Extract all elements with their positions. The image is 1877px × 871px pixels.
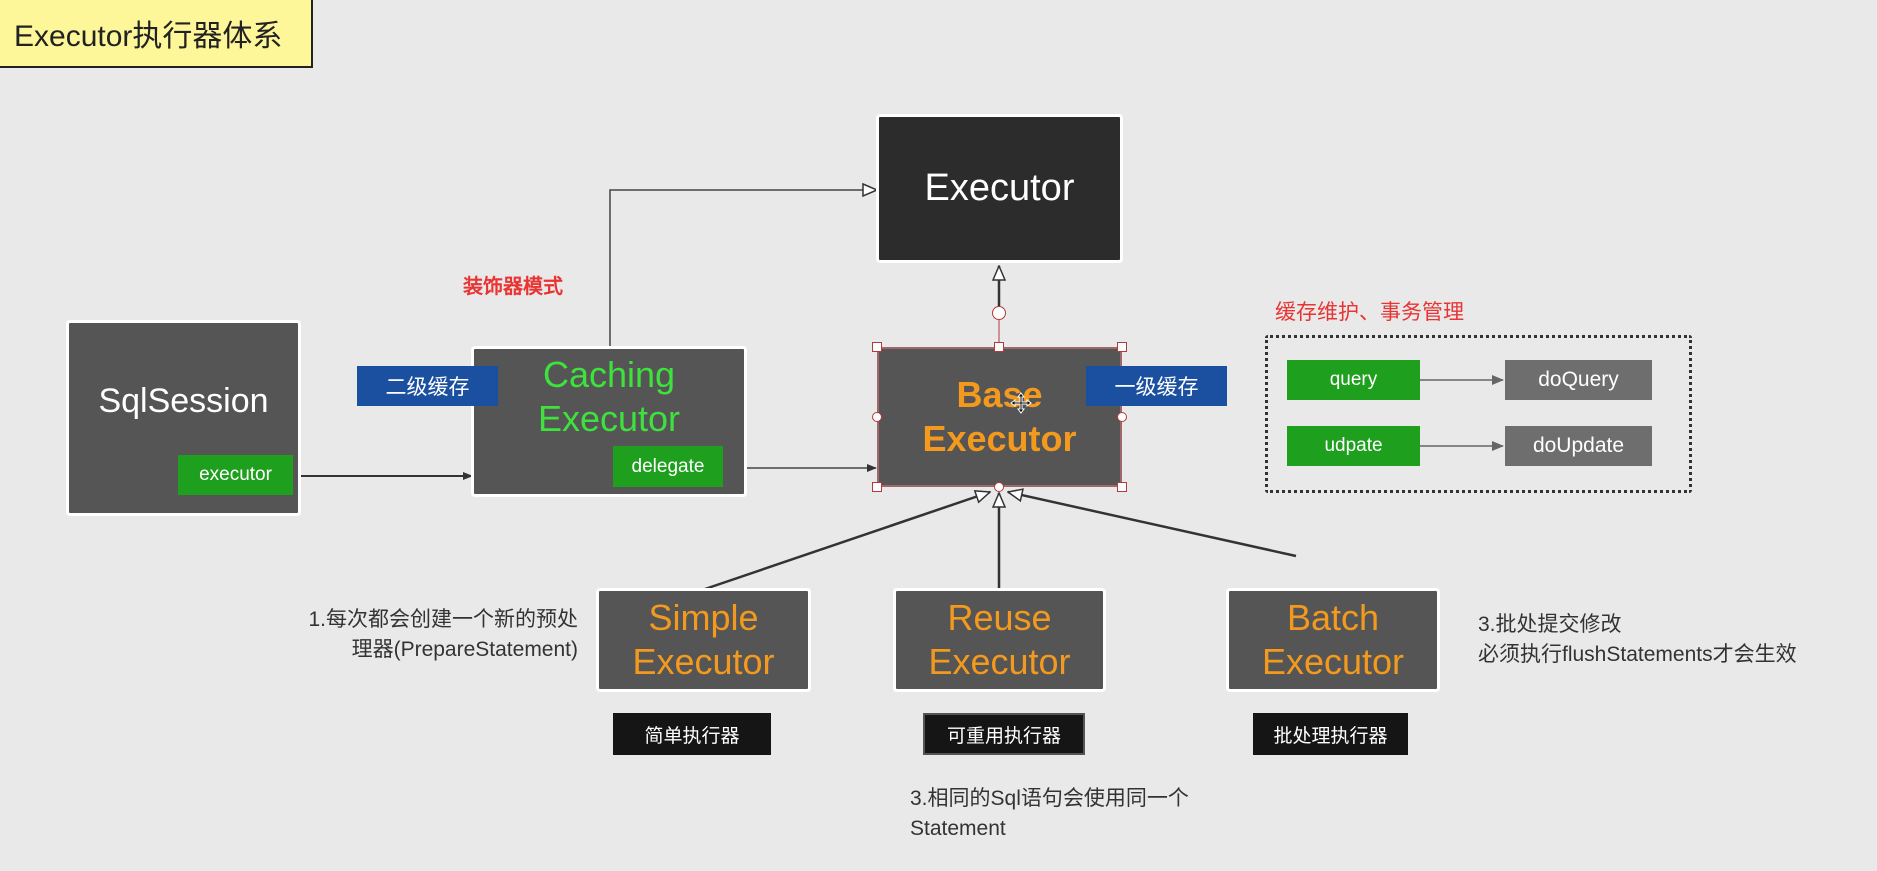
batch-executor-note-line1: 3.批处提交修改 <box>1478 613 1622 636</box>
resize-handle-top[interactable] <box>994 342 1004 352</box>
decorator-pattern-label: 装饰器模式 <box>463 276 563 298</box>
simple-executor-caption: 简单执行器 <box>613 713 771 755</box>
base-executor-label-line2: Executor <box>922 418 1077 459</box>
udpate-method[interactable]: udpate <box>1287 426 1420 466</box>
resize-handle-right[interactable] <box>1117 412 1127 422</box>
reuse-executor-label-line1: Reuse <box>947 597 1052 638</box>
simple-executor-label-line2: Executor <box>632 641 775 682</box>
second-level-cache-tag: 二级缓存 <box>357 366 498 406</box>
rotate-handle[interactable] <box>992 306 1006 320</box>
resize-handle-top-right[interactable] <box>1117 342 1127 352</box>
executor-node-label: Executor <box>924 167 1075 209</box>
batch-executor-label-line2: Executor <box>1261 641 1405 682</box>
reuse-executor-caption: 可重用执行器 <box>923 713 1085 755</box>
simple-executor-label-line1: Simple <box>648 597 759 638</box>
batch-executor-node[interactable]: Batch Executor <box>1226 588 1440 692</box>
batch-executor-note-line2: 必须执行flushStatements才会生效 <box>1478 643 1797 666</box>
resize-handle-bottom-left[interactable] <box>872 482 882 492</box>
caching-to-executor-edge <box>609 190 877 347</box>
caching-executor-label-line2: Executor <box>537 398 681 439</box>
resize-handle-bottom[interactable] <box>994 482 1004 492</box>
batch-executor-note: 3.批处提交修改 必须执行flushStatements才会生效 <box>1478 610 1858 670</box>
reuse-executor-node[interactable]: Reuse Executor <box>893 588 1106 692</box>
simple-executor-note-line1: 1.每次都会创建一个新的预处 <box>308 608 578 631</box>
query-method[interactable]: query <box>1287 360 1420 400</box>
simple-executor-note: 1.每次都会创建一个新的预处 理器(PrepareStatement) <box>270 605 578 665</box>
resize-handle-bottom-right[interactable] <box>1117 482 1127 492</box>
doupdate-method[interactable]: doUpdate <box>1505 426 1652 466</box>
simple-executor-note-line2: 理器(PrepareStatement) <box>351 638 578 661</box>
page-title-text: Executor执行器体系 <box>14 20 283 53</box>
batch-executor-label-line1: Batch <box>1286 597 1380 638</box>
first-level-cache-tag: 一级缓存 <box>1086 366 1227 406</box>
doquery-method[interactable]: doQuery <box>1505 360 1652 400</box>
move-cursor-icon <box>1010 392 1032 414</box>
executor-node[interactable]: Executor <box>876 114 1123 263</box>
batch-executor-caption: 批处理执行器 <box>1253 713 1408 755</box>
cache-maintenance-label: 缓存维护、事务管理 <box>1275 301 1464 324</box>
caching-executor-label-line1: Caching <box>542 354 676 395</box>
sqlsession-executor-field[interactable]: executor <box>178 455 293 495</box>
cache-maintenance-group <box>1265 335 1692 493</box>
resize-handle-top-left[interactable] <box>872 342 882 352</box>
resize-handle-left[interactable] <box>872 412 882 422</box>
batch-to-base-edge <box>1008 492 1297 558</box>
diagram-canvas: Executor执行器体系 装饰器模式 Executor SqlSession … <box>0 0 1877 871</box>
reuse-executor-note-line1: 3.相同的Sql语句会使用同一个 <box>910 787 1189 810</box>
caching-delegate-field[interactable]: delegate <box>613 446 723 487</box>
simple-to-base-edge <box>704 492 990 591</box>
simple-executor-node[interactable]: Simple Executor <box>596 588 811 692</box>
sqlsession-node-label: SqlSession <box>98 381 269 420</box>
reuse-executor-note: 3.相同的Sql语句会使用同一个 Statement <box>910 784 1250 844</box>
page-title: Executor执行器体系 <box>0 0 313 68</box>
reuse-executor-label-line2: Executor <box>928 641 1071 682</box>
reuse-executor-note-line2: Statement <box>910 817 1006 840</box>
